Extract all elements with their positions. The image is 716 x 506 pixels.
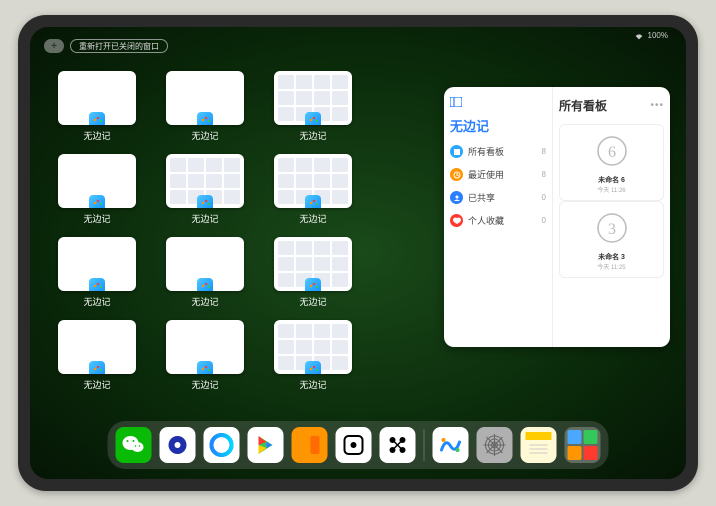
window-thumbnail[interactable]: 无边记 [58, 154, 136, 225]
board-card[interactable]: 6 未命名 6 今天 11:26 [559, 124, 664, 201]
thumbnail-label: 无边记 [191, 295, 218, 308]
category-item[interactable]: 已共享 0 [450, 191, 546, 204]
category-item[interactable]: 个人收藏 0 [450, 214, 546, 227]
window-thumbnail[interactable]: 无边记 [274, 71, 352, 142]
board-time: 今天 11:25 [566, 262, 657, 271]
window-thumbnail[interactable]: 无边记 [58, 320, 136, 391]
dock-app-notes[interactable] [521, 427, 557, 463]
freeform-icon [197, 278, 213, 291]
freeform-icon [197, 112, 213, 125]
dock-app-freeform[interactable] [433, 427, 469, 463]
window-thumbnail[interactable]: 无边记 [274, 237, 352, 308]
svg-text:3: 3 [608, 221, 616, 238]
panel-sidebar: 无边记 所有看板 8 最近使用 8 已共享 0 个人收藏 0 [444, 87, 552, 347]
dock-app-wechat[interactable] [116, 427, 152, 463]
board-name: 未命名 6 [566, 175, 657, 185]
thumbnail-label: 无边记 [83, 212, 110, 225]
category-item[interactable]: 所有看板 8 [450, 145, 546, 158]
sidebar-icon[interactable] [450, 97, 546, 110]
window-thumbnail[interactable]: 无边记 [166, 320, 244, 391]
window-thumbnail[interactable]: 无边记 [58, 237, 136, 308]
thumbnail-label: 无边记 [83, 295, 110, 308]
window-thumbnail[interactable]: 无边记 [166, 154, 244, 225]
dock-divider [424, 429, 425, 461]
freeform-icon [305, 278, 321, 291]
window-grid: 无边记无边记无边记无边记无边记无边记无边记无边记无边记无边记无边记无边记 [58, 71, 418, 403]
screen: 100% + 重新打开已关闭的窗口 无边记无边记无边记无边记无边记无边记无边记无… [30, 27, 686, 479]
window-thumbnail[interactable]: 无边记 [166, 71, 244, 142]
dock [108, 421, 609, 469]
category-icon [450, 191, 463, 204]
window-thumbnail[interactable]: 无边记 [58, 71, 136, 142]
freeform-icon [89, 278, 105, 291]
category-count: 8 [542, 147, 546, 156]
thumbnail-label: 无边记 [299, 212, 326, 225]
category-icon [450, 168, 463, 181]
thumbnail-label: 无边记 [299, 129, 326, 142]
dock-app-settings[interactable] [477, 427, 513, 463]
category-count: 0 [542, 216, 546, 225]
dock-app-element[interactable] [380, 427, 416, 463]
category-label: 个人收藏 [468, 214, 504, 227]
thumbnail-label: 无边记 [299, 295, 326, 308]
window-thumbnail[interactable]: 无边记 [166, 237, 244, 308]
freeform-icon [305, 361, 321, 374]
dock-app-dice[interactable] [336, 427, 372, 463]
status-bar: 100% [634, 31, 668, 40]
sidebar-title: 无边记 [450, 116, 546, 135]
plus-button[interactable]: + [44, 39, 64, 53]
panel-content: 所有看板 ••• 6 未命名 6 今天 11:26 3 未命名 3 今天 11:… [552, 87, 670, 347]
dock-app-quark[interactable] [160, 427, 196, 463]
thumbnail-label: 无边记 [83, 378, 110, 391]
freeform-icon [89, 112, 105, 125]
category-item[interactable]: 最近使用 8 [450, 168, 546, 181]
board-name: 未命名 3 [566, 252, 657, 262]
board-time: 今天 11:26 [566, 185, 657, 194]
reopen-closed-window-button[interactable]: 重新打开已关闭的窗口 [70, 39, 168, 53]
app-panel[interactable]: 无边记 所有看板 8 最近使用 8 已共享 0 个人收藏 0 所有看板 ••• [444, 87, 670, 347]
category-count: 8 [542, 170, 546, 179]
wifi-icon [634, 32, 644, 40]
top-controls: + 重新打开已关闭的窗口 [44, 39, 168, 53]
freeform-icon [305, 195, 321, 208]
window-thumbnail[interactable]: 无边记 [274, 154, 352, 225]
battery-text: 100% [648, 31, 668, 40]
svg-text:6: 6 [608, 144, 616, 161]
ipad-frame: 100% + 重新打开已关闭的窗口 无边记无边记无边记无边记无边记无边记无边记无… [18, 15, 698, 491]
board-preview: 3 [592, 208, 632, 248]
thumbnail-label: 无边记 [191, 212, 218, 225]
freeform-icon [89, 361, 105, 374]
dock-app-group[interactable] [565, 427, 601, 463]
category-icon [450, 214, 463, 227]
category-icon [450, 145, 463, 158]
freeform-icon [89, 195, 105, 208]
thumbnail-label: 无边记 [83, 129, 110, 142]
category-label: 已共享 [468, 191, 495, 204]
category-count: 0 [542, 193, 546, 202]
freeform-icon [197, 195, 213, 208]
more-icon[interactable]: ••• [650, 100, 664, 111]
thumbnail-label: 无边记 [299, 378, 326, 391]
panel-content-title: 所有看板 [559, 97, 607, 114]
board-card[interactable]: 3 未命名 3 今天 11:25 [559, 201, 664, 278]
thumbnail-label: 无边记 [191, 129, 218, 142]
dock-app-books[interactable] [292, 427, 328, 463]
dock-app-qq-browser[interactable] [204, 427, 240, 463]
window-thumbnail[interactable]: 无边记 [274, 320, 352, 391]
freeform-icon [305, 112, 321, 125]
freeform-icon [197, 361, 213, 374]
dock-app-play[interactable] [248, 427, 284, 463]
thumbnail-label: 无边记 [191, 378, 218, 391]
category-label: 最近使用 [468, 168, 504, 181]
board-preview: 6 [592, 131, 632, 171]
category-label: 所有看板 [468, 145, 504, 158]
